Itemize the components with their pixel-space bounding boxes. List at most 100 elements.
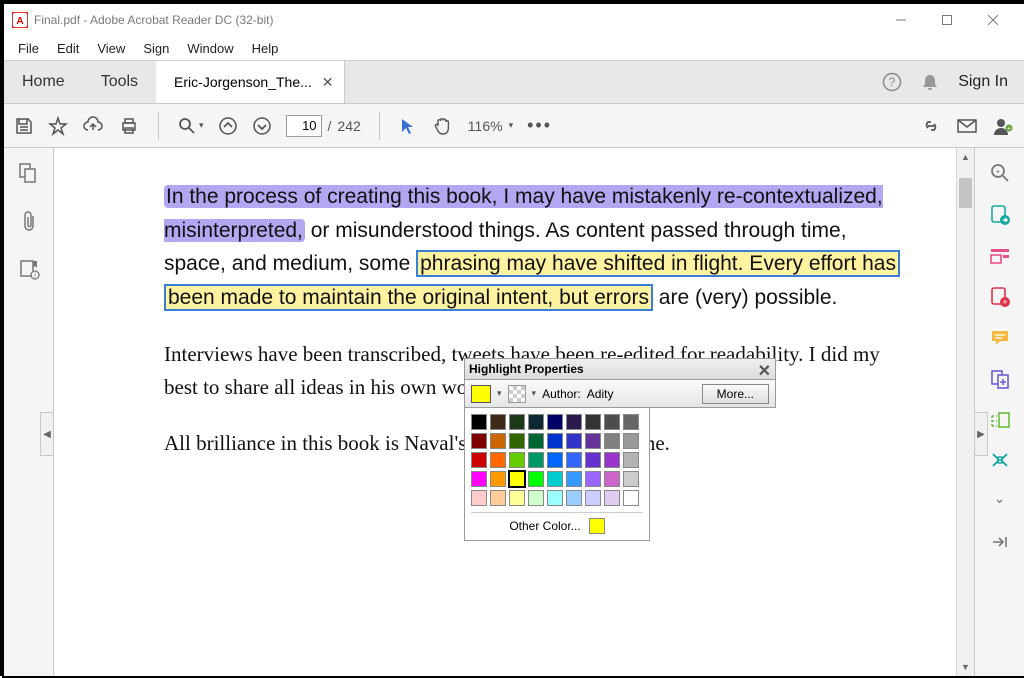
- color-cell[interactable]: [471, 452, 487, 468]
- color-cell[interactable]: [604, 471, 620, 487]
- page-down-icon[interactable]: [252, 116, 272, 136]
- more-tools-icon[interactable]: •••: [527, 115, 552, 136]
- color-cell[interactable]: [490, 414, 506, 430]
- thumbnails-icon[interactable]: [18, 162, 40, 184]
- color-cell[interactable]: [585, 490, 601, 506]
- chevron-down-icon[interactable]: ⌄: [994, 490, 1006, 507]
- window-close-button[interactable]: [970, 4, 1016, 36]
- color-cell[interactable]: [566, 452, 582, 468]
- more-button[interactable]: More...: [702, 384, 769, 404]
- scroll-down-icon[interactable]: ▼: [957, 658, 974, 676]
- organize-pages-icon[interactable]: [989, 410, 1011, 430]
- color-cell[interactable]: [490, 452, 506, 468]
- color-cell[interactable]: [566, 490, 582, 506]
- popup-titlebar[interactable]: Highlight Properties ✕: [464, 358, 776, 380]
- color-cell[interactable]: [547, 490, 563, 506]
- color-swatch-current[interactable]: [471, 385, 491, 403]
- selection-tool-icon[interactable]: [398, 116, 418, 136]
- color-cell[interactable]: [604, 433, 620, 449]
- color-cell[interactable]: [509, 490, 525, 506]
- search-tool-icon[interactable]: +: [989, 162, 1011, 184]
- color-cell[interactable]: [471, 490, 487, 506]
- color-cell[interactable]: [604, 490, 620, 506]
- create-pdf-icon[interactable]: +: [989, 286, 1011, 308]
- color-cell[interactable]: [528, 471, 544, 487]
- color-cell[interactable]: [509, 433, 525, 449]
- print-icon[interactable]: [118, 116, 140, 136]
- zoom-level[interactable]: 116%▾: [468, 118, 513, 134]
- help-icon[interactable]: ?: [882, 72, 902, 92]
- bookmarks-icon[interactable]: i: [18, 258, 40, 280]
- color-cell[interactable]: [604, 452, 620, 468]
- color-cell[interactable]: [528, 414, 544, 430]
- tab-close-icon[interactable]: ✕: [322, 74, 334, 91]
- color-cell[interactable]: [623, 471, 639, 487]
- scroll-up-icon[interactable]: ▲: [957, 148, 974, 166]
- opacity-icon[interactable]: [508, 385, 526, 403]
- color-cell[interactable]: [509, 452, 525, 468]
- share-link-icon[interactable]: [920, 116, 942, 136]
- color-cell[interactable]: [490, 471, 506, 487]
- color-cell[interactable]: [471, 414, 487, 430]
- opacity-dropdown-icon[interactable]: ▾: [532, 388, 537, 399]
- collapse-right-icon[interactable]: [991, 535, 1009, 549]
- other-color-swatch[interactable]: [589, 518, 605, 534]
- export-pdf-icon[interactable]: [989, 204, 1011, 226]
- scrollbar-thumb[interactable]: [959, 178, 972, 208]
- compress-pdf-icon[interactable]: [989, 450, 1011, 470]
- color-cell[interactable]: [623, 433, 639, 449]
- tab-home[interactable]: Home: [4, 61, 83, 103]
- color-cell[interactable]: [566, 414, 582, 430]
- color-dropdown-icon[interactable]: ▾: [497, 388, 502, 399]
- color-cell[interactable]: [509, 471, 525, 487]
- menu-sign[interactable]: Sign: [135, 39, 177, 58]
- color-cell[interactable]: [566, 433, 582, 449]
- share-people-icon[interactable]: +: [992, 116, 1014, 136]
- page-number-input[interactable]: [286, 115, 322, 137]
- color-cell[interactable]: [585, 433, 601, 449]
- left-pane-collapse[interactable]: ◀: [40, 412, 54, 456]
- right-pane-collapse[interactable]: ▶: [974, 412, 988, 456]
- color-cell[interactable]: [623, 490, 639, 506]
- color-cell[interactable]: [490, 433, 506, 449]
- menu-file[interactable]: File: [10, 39, 47, 58]
- color-cell[interactable]: [547, 433, 563, 449]
- find-icon[interactable]: ▾: [177, 116, 204, 136]
- color-cell[interactable]: [528, 433, 544, 449]
- attachments-icon[interactable]: [19, 210, 39, 232]
- other-color-label[interactable]: Other Color...: [509, 519, 580, 533]
- color-cell[interactable]: [471, 433, 487, 449]
- menu-view[interactable]: View: [89, 39, 133, 58]
- email-icon[interactable]: [956, 117, 978, 135]
- color-cell[interactable]: [547, 414, 563, 430]
- edit-pdf-icon[interactable]: [989, 246, 1011, 266]
- window-minimize-button[interactable]: [878, 4, 924, 36]
- color-cell[interactable]: [528, 452, 544, 468]
- color-cell[interactable]: [528, 490, 544, 506]
- hand-tool-icon[interactable]: [432, 115, 454, 137]
- color-cell[interactable]: [547, 452, 563, 468]
- page-up-icon[interactable]: [218, 116, 238, 136]
- menu-help[interactable]: Help: [244, 39, 287, 58]
- notifications-icon[interactable]: [920, 72, 940, 92]
- color-cell[interactable]: [509, 414, 525, 430]
- window-maximize-button[interactable]: [924, 4, 970, 36]
- sign-in-button[interactable]: Sign In: [958, 73, 1008, 91]
- vertical-scrollbar[interactable]: ▲ ▼: [956, 148, 974, 676]
- menu-edit[interactable]: Edit: [49, 39, 87, 58]
- color-cell[interactable]: [547, 471, 563, 487]
- tab-tools[interactable]: Tools: [83, 61, 156, 103]
- tab-document[interactable]: Eric-Jorgenson_The... ✕: [156, 61, 344, 103]
- color-cell[interactable]: [585, 414, 601, 430]
- popup-close-icon[interactable]: ✕: [758, 361, 771, 381]
- color-cell[interactable]: [490, 490, 506, 506]
- color-cell[interactable]: [585, 452, 601, 468]
- color-cell[interactable]: [585, 471, 601, 487]
- color-cell[interactable]: [623, 452, 639, 468]
- save-icon[interactable]: [14, 116, 34, 136]
- color-cell[interactable]: [604, 414, 620, 430]
- combine-files-icon[interactable]: [989, 368, 1011, 390]
- color-cell[interactable]: [471, 471, 487, 487]
- color-cell[interactable]: [623, 414, 639, 430]
- color-cell[interactable]: [566, 471, 582, 487]
